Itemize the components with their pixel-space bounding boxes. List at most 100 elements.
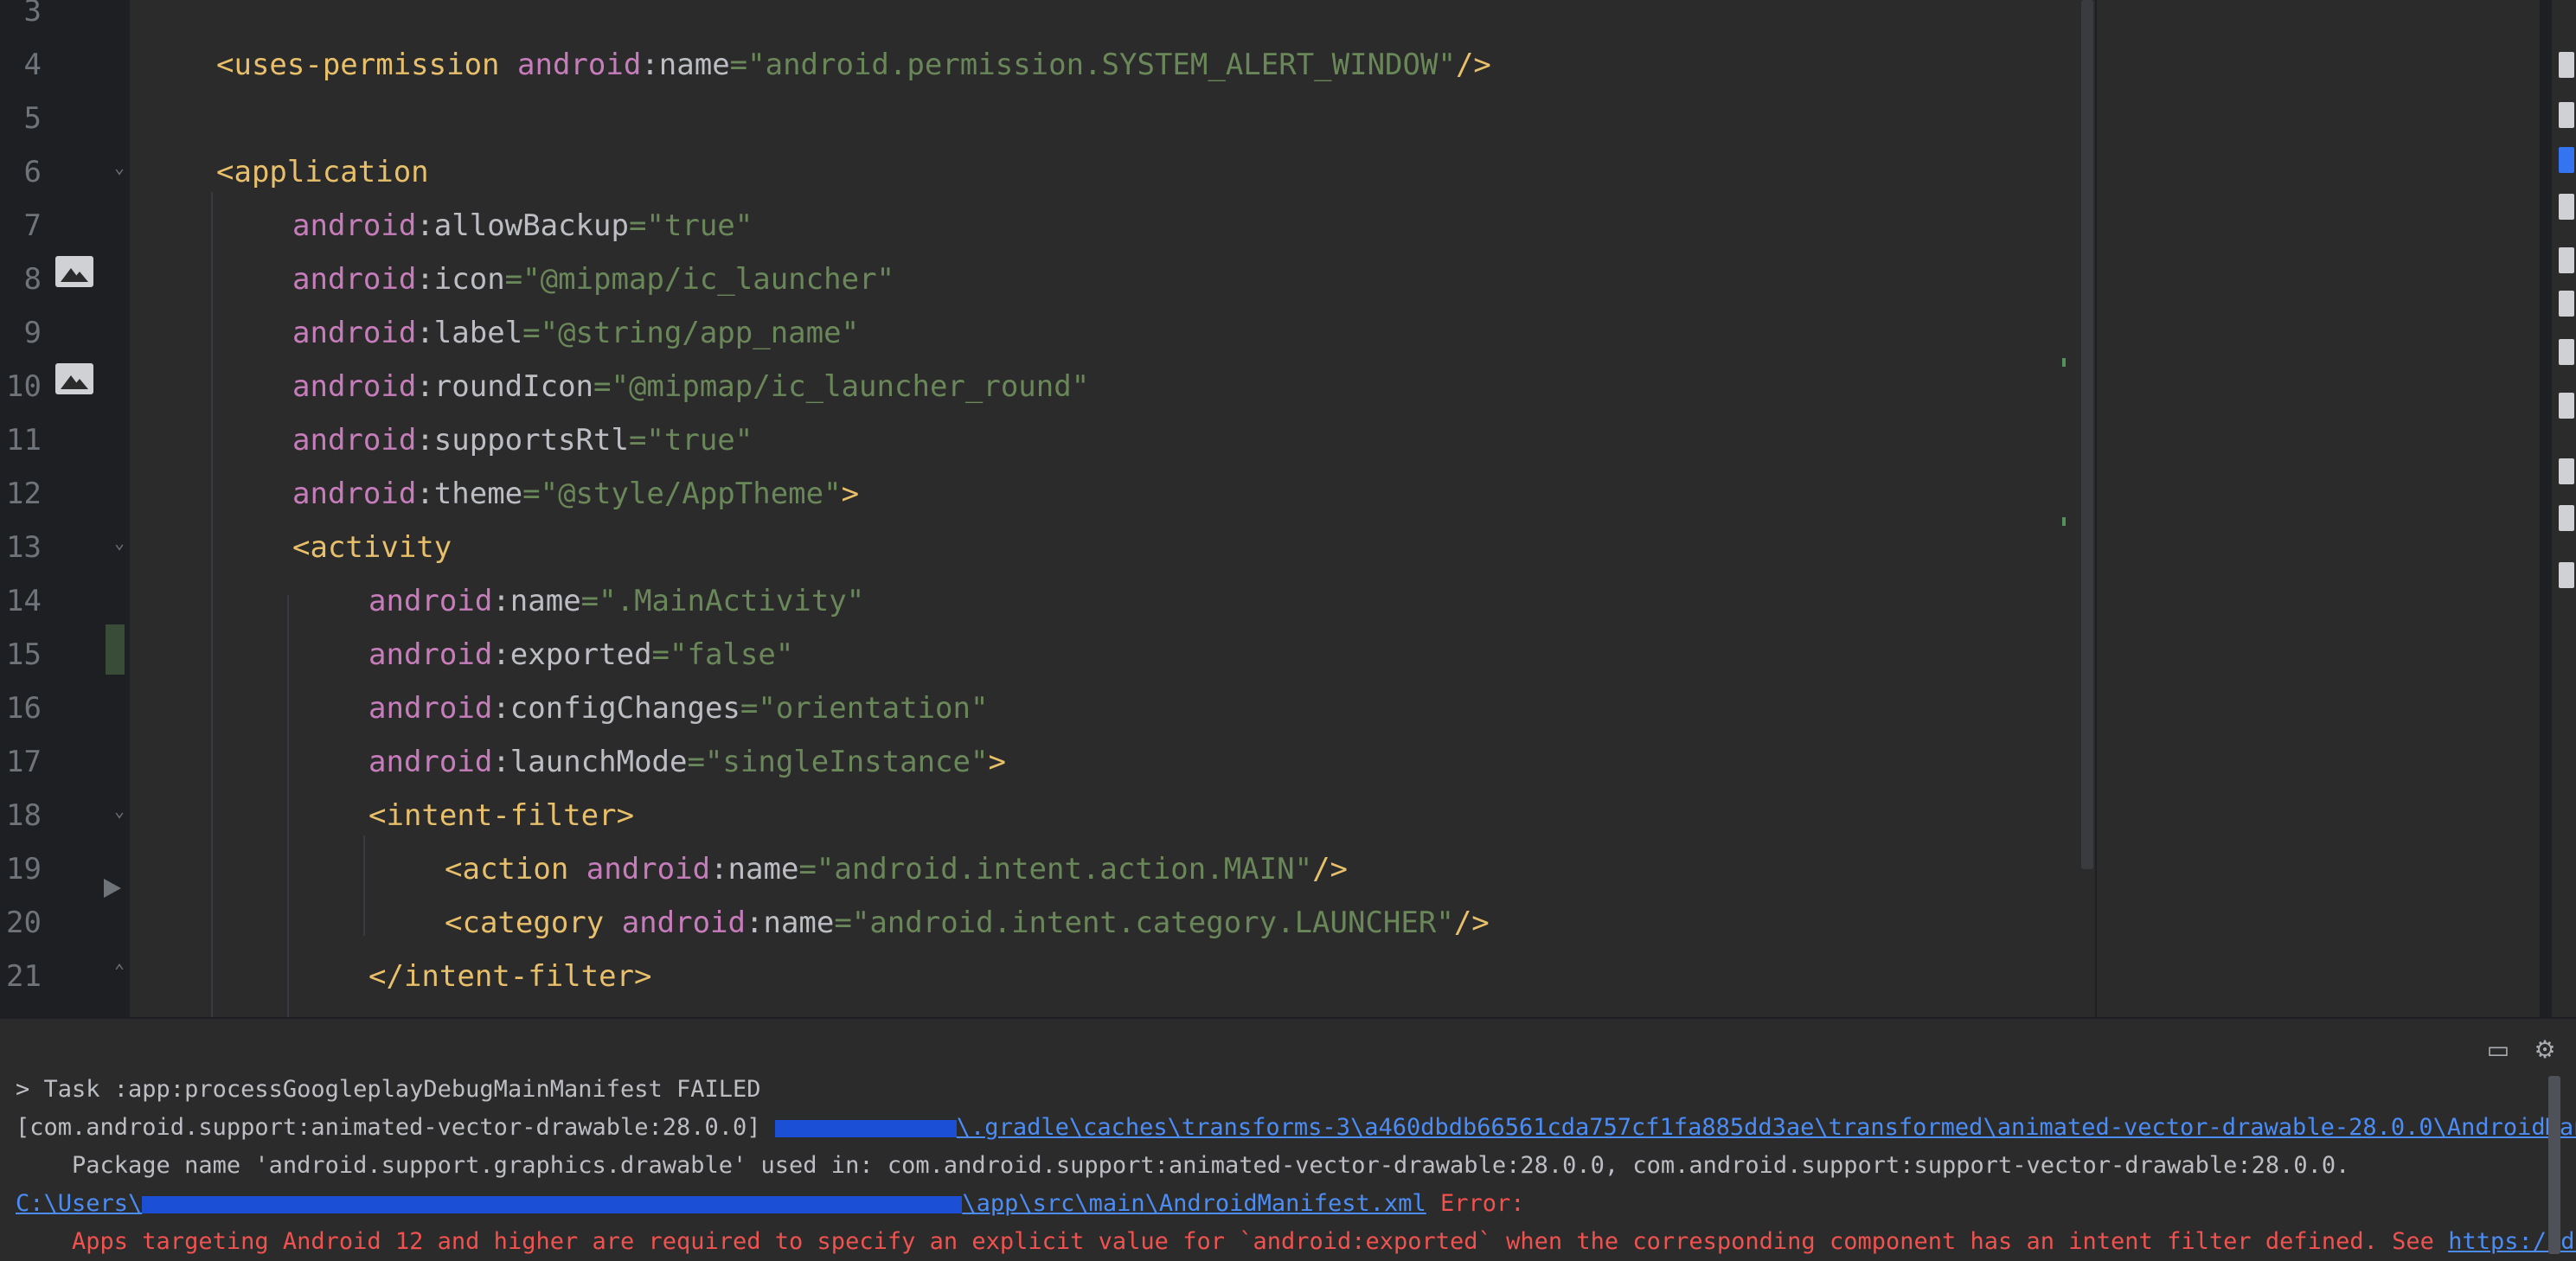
fold-marker-icon[interactable]: ⌃	[114, 962, 131, 979]
token-attr: name	[763, 906, 835, 940]
token-attr: label	[433, 316, 523, 350]
manifest-error-line: C:\Users\ \app\src\main\AndroidManifest.x…	[16, 1185, 1525, 1223]
tool-icon[interactable]	[2559, 247, 2574, 273]
code-text: android:exported="false"	[368, 628, 793, 682]
token-ns: android	[292, 369, 417, 404]
code-line[interactable]: 5	[0, 92, 2095, 145]
tool-icon[interactable]	[2559, 291, 2574, 317]
code-text: android:name=".MainActivity"	[368, 574, 864, 628]
line-number: 3	[23, 0, 42, 29]
token-tag: <intent-filter>	[368, 798, 635, 833]
panel-scrollbar[interactable]	[2548, 1076, 2560, 1254]
code-text: android:label="@string/app_name"	[292, 306, 859, 360]
code-text: <intent-filter>	[368, 789, 634, 842]
code-line[interactable]: 13 <activity	[0, 521, 2095, 574]
tool-icon-active[interactable]	[2559, 147, 2574, 173]
change-mark	[2062, 358, 2066, 367]
code-line[interactable]: 3	[0, 0, 2095, 38]
token-ns: android	[368, 584, 493, 618]
line-number: 18	[6, 798, 42, 833]
code-line[interactable]: 8 android:icon="@mipmap/ic_launcher"	[0, 253, 2095, 306]
line-number: 9	[23, 316, 42, 350]
redacted-text	[774, 1119, 957, 1137]
token-tag: </intent-filter>	[368, 959, 652, 994]
tool-icon[interactable]	[2559, 562, 2574, 588]
code-line[interactable]: 4 <uses-permission android:name="android.…	[0, 38, 2095, 92]
code-text: </intent-filter>	[368, 950, 652, 1003]
token-str: ="@style/AppTheme"	[522, 477, 842, 511]
line-number: 14	[6, 584, 42, 618]
token-str: ="android.intent.category.LAUNCHER"	[834, 906, 1454, 940]
line-number: 16	[6, 691, 42, 726]
token-str: ="android.intent.action.MAIN"	[798, 852, 1313, 887]
token-ns: android	[292, 423, 417, 458]
fold-marker-icon[interactable]: ⌄	[114, 158, 131, 176]
code-line[interactable]: 7 android:allowBackup="true"	[0, 199, 2095, 253]
code-line[interactable]: 22 </activity>	[0, 1003, 2095, 1017]
token-str: ="@mipmap/ic_launcher"	[504, 262, 895, 297]
token-attr: name	[727, 852, 799, 887]
code-text: android:theme="@style/AppTheme">	[292, 467, 859, 521]
tool-icon[interactable]	[2559, 339, 2574, 365]
tool-icon[interactable]	[2559, 505, 2574, 531]
panel-header: ▭ ⚙	[0, 1019, 2576, 1067]
editor-scrollbar[interactable]	[2081, 0, 2093, 869]
token-ns: android	[586, 852, 711, 887]
token-ns: android	[517, 48, 642, 82]
token-tag: <uses-permission	[216, 48, 517, 82]
code-line[interactable]: 16 android:configChanges="orientation"	[0, 682, 2095, 735]
token-tag: >	[988, 745, 1006, 779]
line-number: 19	[6, 852, 42, 887]
code-editor[interactable]: 3 4 <uses-permission android:name="android…	[0, 0, 2576, 1017]
token-tag: />	[1453, 906, 1490, 940]
code-text: <category android:name="android.intent.c…	[445, 896, 1490, 950]
manifest-path-part: C:\Users\	[16, 1190, 143, 1217]
file-path-link[interactable]: \.gradle\caches\transforms-3\a460dbdb665…	[774, 1114, 2576, 1141]
image-icon[interactable]	[55, 256, 93, 287]
layout-icon[interactable]: ▭	[2486, 1038, 2510, 1062]
token-ns: android	[621, 906, 746, 940]
line-number: 15	[6, 637, 42, 672]
fold-marker-icon[interactable]: ⌄	[114, 802, 131, 819]
code-line[interactable]: 20 <category android:name="android.intent…	[0, 896, 2095, 950]
manifest-path-link[interactable]: C:\Users\ \app\src\main\AndroidManifest.x…	[16, 1190, 1426, 1217]
token-tag: <activity	[292, 530, 452, 565]
line-number: 17	[6, 745, 42, 779]
token-punct: :	[641, 48, 659, 82]
code-line[interactable]: 17 android:launchMode="singleInstance">	[0, 735, 2095, 789]
code-line[interactable]: 18 <intent-filter>	[0, 789, 2095, 842]
token-tag: />	[1312, 852, 1349, 887]
token-punct: :	[492, 745, 510, 779]
code-line[interactable]: 12 android:theme="@style/AppTheme">	[0, 467, 2095, 521]
token-ns: android	[292, 316, 417, 350]
line-number: 20	[6, 906, 42, 940]
tool-icon[interactable]	[2559, 102, 2574, 128]
code-line[interactable]: 19 <action android:name="android.intent.a…	[0, 842, 2095, 896]
tool-icon[interactable]	[2559, 52, 2574, 78]
code-line[interactable]: 15 android:exported="false"	[0, 628, 2095, 682]
line-number: 8	[23, 262, 42, 297]
code-line[interactable]: 6 <application	[0, 145, 2095, 199]
token-punct: :	[416, 369, 434, 404]
token-punct: :	[492, 584, 510, 618]
gear-icon[interactable]: ⚙	[2533, 1038, 2557, 1062]
token-tag: <action	[445, 852, 586, 887]
image-icon[interactable]	[55, 363, 93, 394]
tool-icon[interactable]	[2559, 458, 2574, 484]
token-attr: exported	[509, 637, 652, 672]
line-number: 11	[6, 423, 42, 458]
code-line[interactable]: 11 android:supportsRtl="true"	[0, 413, 2095, 467]
run-gutter-icon[interactable]	[104, 879, 121, 898]
token-ns: android	[292, 208, 417, 243]
token-str: ="orientation"	[740, 691, 989, 726]
code-text: <activity	[292, 521, 452, 574]
code-line[interactable]: 14 android:name=".MainActivity"	[0, 574, 2095, 628]
tool-icon[interactable]	[2559, 194, 2574, 220]
code-line[interactable]: 10 android:roundIcon="@mipmap/ic_launcher…	[0, 360, 2095, 413]
tool-icon[interactable]	[2559, 393, 2574, 419]
package-warning-line: Package name 'android.support.graphics.d…	[16, 1152, 2350, 1179]
fold-marker-icon[interactable]: ⌄	[114, 534, 131, 551]
code-line[interactable]: 21 </intent-filter>	[0, 950, 2095, 1003]
line-number: 12	[6, 477, 42, 511]
code-line[interactable]: 9 android:label="@string/app_name"	[0, 306, 2095, 360]
